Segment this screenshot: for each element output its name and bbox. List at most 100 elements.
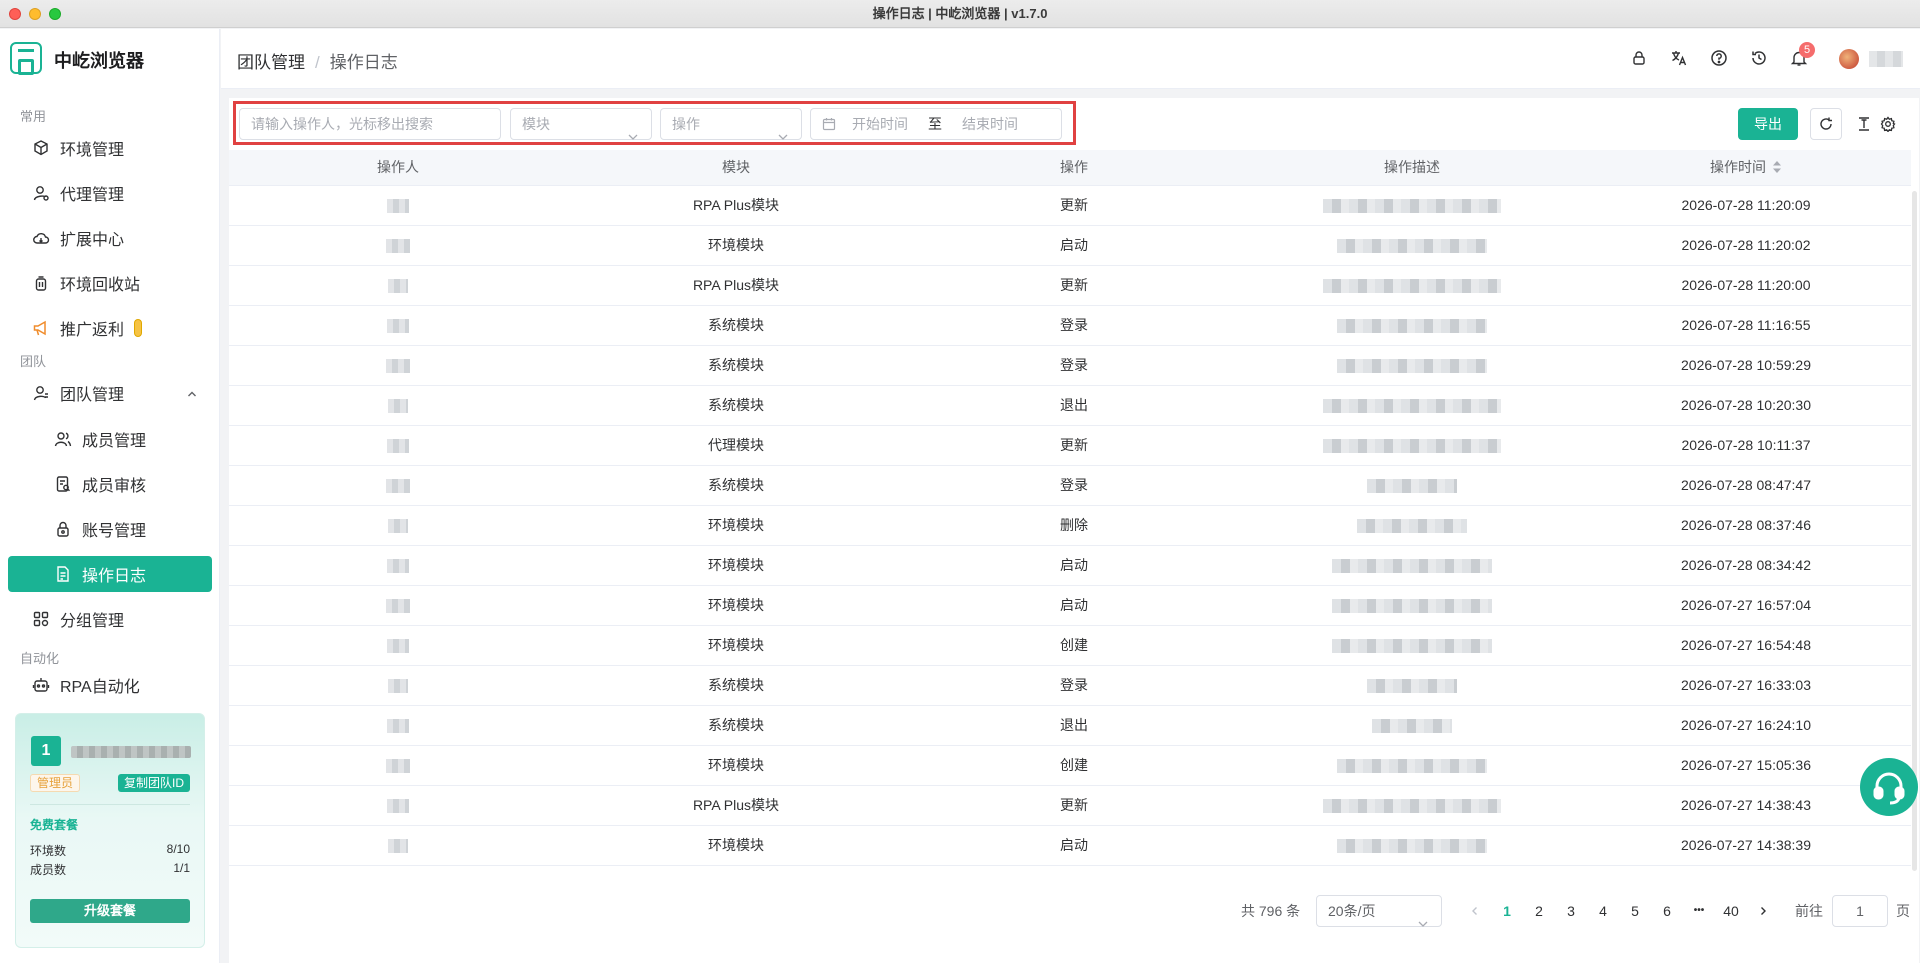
- more-pages-ellipsis[interactable]: •••: [1683, 895, 1715, 927]
- operation-log-table: 操作人 模块 操作 操作描述 操作时间 RPA Plus模块 更新 2026-07-…: [229, 150, 1911, 866]
- sidebar-item-rpa[interactable]: RPA自动化: [8, 667, 212, 703]
- help-icon[interactable]: [1709, 48, 1729, 68]
- breadcrumb: 团队管理 / 操作日志: [237, 48, 398, 73]
- description-redacted: [1332, 599, 1492, 614]
- cell-description: [1243, 305, 1581, 346]
- table-row: 代理模块 更新 2026-07-28 10:11:37: [229, 425, 1911, 466]
- page-2[interactable]: 2: [1523, 895, 1555, 927]
- operator-redacted: [388, 519, 408, 534]
- action-placeholder: 操作: [672, 116, 700, 132]
- translate-icon[interactable]: [1669, 48, 1689, 68]
- sidebar-item-label: 团队管理: [60, 387, 125, 404]
- goto-label: 前往: [1795, 903, 1823, 919]
- table-row: 系统模块 退出 2026-07-28 10:20:30: [229, 385, 1911, 426]
- history-icon[interactable]: [1749, 48, 1769, 68]
- export-button[interactable]: 导出: [1738, 108, 1798, 140]
- cell-operator: [229, 785, 567, 826]
- sidebar-item-proxies[interactable]: 代理管理: [8, 175, 212, 211]
- user-avatar[interactable]: [1839, 49, 1859, 69]
- team-name-redacted: [71, 746, 191, 758]
- username-redacted[interactable]: [1869, 51, 1903, 67]
- cell-operator: [229, 225, 567, 266]
- sidebar-item-referral[interactable]: 推广返利: [8, 310, 212, 346]
- cell-description: [1243, 425, 1581, 466]
- range-separator: 至: [928, 116, 942, 132]
- cell-description: [1243, 585, 1581, 626]
- operator-redacted: [387, 719, 409, 734]
- page-3[interactable]: 3: [1555, 895, 1587, 927]
- cell-action: 删除: [905, 505, 1243, 546]
- calendar-icon: [822, 117, 836, 131]
- sidebar-item-team-management[interactable]: 团队管理: [8, 375, 212, 411]
- cell-operator: [229, 505, 567, 546]
- cell-description: [1243, 465, 1581, 506]
- sidebar-item-environments[interactable]: 环境管理: [8, 130, 212, 166]
- main-content: 请输入操作人，光标移出搜索 模块 操作 开始时间 至 结束时间 导出 操作人 模…: [229, 98, 1919, 963]
- env-count-row: 环境数 8/10: [30, 842, 190, 859]
- cell-description: [1243, 825, 1581, 866]
- page-4[interactable]: 4: [1587, 895, 1619, 927]
- cell-module: 系统模块: [567, 665, 905, 706]
- refresh-button[interactable]: [1810, 108, 1842, 140]
- date-range-picker[interactable]: 开始时间 至 结束时间: [810, 108, 1062, 140]
- table-row: 系统模块 登录 2026-07-28 08:47:47: [229, 465, 1911, 506]
- description-redacted: [1332, 639, 1492, 654]
- page-5[interactable]: 5: [1619, 895, 1651, 927]
- cell-module: 系统模块: [567, 705, 905, 746]
- description-redacted: [1337, 359, 1487, 374]
- operator-redacted: [387, 199, 409, 214]
- prev-page-button[interactable]: [1459, 895, 1491, 927]
- breadcrumb-parent[interactable]: 团队管理: [237, 53, 305, 72]
- page-6[interactable]: 6: [1651, 895, 1683, 927]
- page-size-select[interactable]: 20条/页: [1316, 895, 1442, 927]
- sidebar-item-operation-log[interactable]: 操作日志: [8, 556, 212, 592]
- cell-description: [1243, 745, 1581, 786]
- table-settings-button[interactable]: [1872, 108, 1904, 140]
- table-row: RPA Plus模块 更新 2026-07-27 14:38:43: [229, 785, 1911, 826]
- sidebar-item-recycle-bin[interactable]: 环境回收站: [8, 265, 212, 301]
- sidebar-item-label: 账号管理: [82, 523, 147, 540]
- module-placeholder: 模块: [522, 116, 550, 132]
- description-redacted: [1323, 279, 1501, 294]
- cell-operator: [229, 825, 567, 866]
- sort-icon[interactable]: [1772, 160, 1782, 177]
- sidebar-item-accounts[interactable]: 账号管理: [8, 511, 212, 547]
- page-1[interactable]: 1: [1491, 895, 1523, 927]
- module-select[interactable]: 模块: [510, 108, 652, 140]
- table-row: 环境模块 启动 2026-07-28 11:20:02: [229, 225, 1911, 266]
- customer-support-button[interactable]: [1860, 758, 1918, 816]
- description-redacted: [1323, 399, 1501, 414]
- robot-icon: [32, 676, 50, 694]
- sidebar-item-groups[interactable]: 分组管理: [8, 601, 212, 637]
- cell-time: 2026-07-28 10:20:30: [1581, 385, 1911, 426]
- operator-redacted: [387, 799, 409, 814]
- operator-search-input[interactable]: 请输入操作人，光标移出搜索: [239, 108, 501, 140]
- brand-name: 中屹浏览器: [54, 51, 144, 71]
- cell-action: 启动: [905, 545, 1243, 586]
- cell-time: 2026-07-27 16:54:48: [1581, 625, 1911, 666]
- sidebar-item-members[interactable]: 成员管理: [8, 421, 212, 457]
- column-header-module: 模块: [567, 150, 905, 186]
- member-count-value: 1/1: [173, 861, 190, 875]
- chevron-down-icon: [627, 121, 639, 151]
- cell-action: 启动: [905, 825, 1243, 866]
- operator-redacted: [386, 239, 410, 254]
- top-header: 团队管理 / 操作日志: [221, 29, 1920, 89]
- next-page-button[interactable]: [1747, 895, 1779, 927]
- cell-module: 系统模块: [567, 345, 905, 386]
- cell-module: RPA Plus模块: [567, 265, 905, 306]
- table-row: 系统模块 登录 2026-07-28 11:16:55: [229, 305, 1911, 346]
- page-40[interactable]: 40: [1715, 895, 1747, 927]
- sidebar-item-extensions[interactable]: 扩展中心: [8, 220, 212, 256]
- lock-icon[interactable]: [1629, 48, 1649, 68]
- sidebar-item-member-review[interactable]: 成员审核: [8, 466, 212, 502]
- action-select[interactable]: 操作: [660, 108, 802, 140]
- upgrade-plan-button[interactable]: 升级套餐: [30, 899, 190, 923]
- cell-description: [1243, 345, 1581, 386]
- cell-action: 登录: [905, 665, 1243, 706]
- column-header-time[interactable]: 操作时间: [1581, 150, 1911, 186]
- table-row: 环境模块 创建 2026-07-27 16:54:48: [229, 625, 1911, 666]
- goto-page-input[interactable]: 1: [1832, 895, 1888, 927]
- table-scrollbar[interactable]: [1912, 191, 1917, 871]
- copy-team-id-button[interactable]: 复制团队ID: [117, 774, 190, 792]
